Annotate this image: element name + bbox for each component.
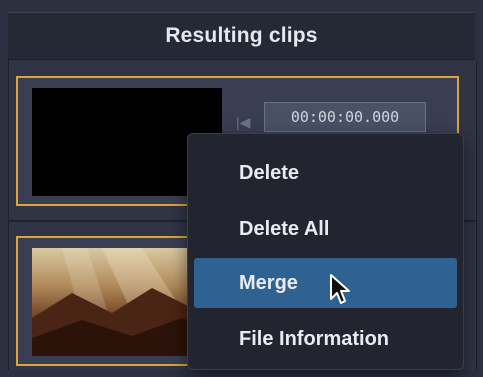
context-menu: Delete Delete All Merge File Information	[187, 133, 464, 370]
panel-title: Resulting clips	[165, 24, 318, 47]
menu-item-merge[interactable]: Merge	[194, 258, 457, 308]
mouse-pointer-icon	[330, 274, 350, 304]
menu-item-delete-all[interactable]: Delete All	[194, 204, 457, 254]
menu-item-file-information[interactable]: File Information	[194, 314, 457, 364]
panel-header: Resulting clips	[8, 12, 475, 60]
timecode-field[interactable]: 00:00:00.000	[264, 102, 426, 132]
previous-frame-icon[interactable]: |◀	[236, 114, 250, 131]
menu-item-delete[interactable]: Delete	[194, 148, 457, 198]
